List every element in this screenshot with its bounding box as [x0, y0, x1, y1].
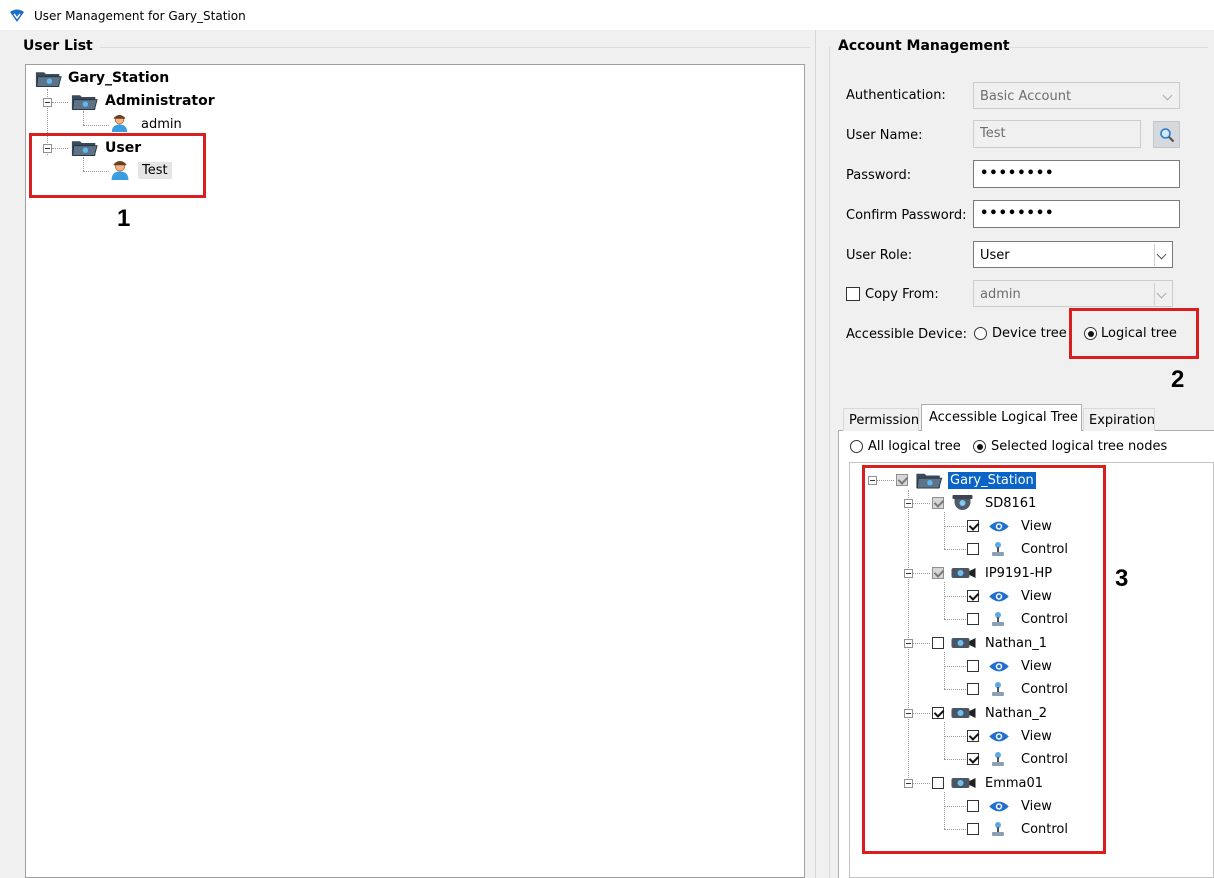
search-icon: [1160, 128, 1175, 143]
authentication-select[interactable]: Basic Account: [973, 82, 1180, 109]
tree-connector: [52, 102, 68, 103]
folder-icon: [35, 69, 62, 88]
app-icon: [10, 9, 24, 22]
highlight-box-1: [29, 133, 206, 198]
highlight-box-2: [1069, 308, 1199, 359]
group-divider: [1006, 47, 1208, 48]
user-role-select[interactable]: User: [973, 241, 1173, 268]
copy-from-label: Copy From:: [865, 287, 939, 302]
copy-from-select[interactable]: admin: [973, 280, 1173, 307]
authentication-value: Basic Account: [980, 89, 1072, 104]
accessible-device-label: Accessible Device:: [846, 327, 967, 342]
all-logical-tree-radio[interactable]: [850, 440, 863, 453]
tree-root-gary-station[interactable]: Gary_Station: [68, 70, 169, 86]
tree-connector: [83, 125, 109, 126]
selected-nodes-radio[interactable]: [973, 440, 986, 453]
annotation-2: 2: [1171, 366, 1185, 393]
user-role-value: User: [980, 248, 1010, 263]
dropdown-button[interactable]: [1154, 244, 1170, 266]
user-list-group-title: User List: [23, 38, 93, 54]
tree-group-administrator[interactable]: Administrator: [105, 93, 215, 109]
confirm-password-label: Confirm Password:: [846, 208, 967, 223]
password-field[interactable]: ••••••••: [973, 160, 1180, 188]
device-tree-label[interactable]: Device tree: [992, 326, 1067, 341]
title-bar: User Management for Gary_Station: [0, 0, 1214, 30]
device-tree-radio[interactable]: [974, 327, 987, 340]
collapse-toggle-administrator[interactable]: [43, 98, 52, 107]
search-user-button[interactable]: [1153, 121, 1180, 148]
confirm-password-value: ••••••••: [980, 206, 1055, 221]
separator: [815, 30, 816, 878]
password-value: ••••••••: [980, 166, 1055, 181]
dropdown-button[interactable]: [1161, 85, 1177, 107]
selected-nodes-label[interactable]: Selected logical tree nodes: [991, 439, 1167, 454]
username-label: User Name:: [846, 128, 923, 143]
copy-from-value: admin: [980, 287, 1021, 302]
annotation-3: 3: [1115, 565, 1129, 592]
account-management-title: Account Management: [838, 38, 1010, 54]
user-role-label: User Role:: [846, 248, 913, 263]
folder-icon: [71, 92, 98, 111]
group-divider: [100, 47, 810, 48]
dropdown-button[interactable]: [1154, 283, 1170, 305]
password-label: Password:: [846, 168, 912, 183]
tab-accessible-logical-tree[interactable]: Accessible Logical Tree: [921, 404, 1082, 431]
user-icon: [110, 114, 129, 133]
tab-permission[interactable]: Permission: [843, 408, 919, 431]
confirm-password-field[interactable]: ••••••••: [973, 200, 1180, 228]
annotation-1: 1: [117, 205, 131, 232]
username-value: Test: [980, 126, 1006, 141]
group-border: [829, 47, 830, 878]
username-field[interactable]: Test: [973, 120, 1141, 148]
copy-from-checkbox[interactable]: [846, 287, 860, 301]
all-logical-tree-label[interactable]: All logical tree: [868, 439, 961, 454]
tree-connector: [83, 111, 84, 125]
tab-expiration[interactable]: Expiration: [1083, 408, 1155, 431]
window-title: User Management for Gary_Station: [34, 9, 246, 23]
highlight-box-3: [862, 465, 1106, 854]
authentication-label: Authentication:: [846, 88, 946, 103]
tree-user-admin[interactable]: admin: [141, 117, 182, 132]
